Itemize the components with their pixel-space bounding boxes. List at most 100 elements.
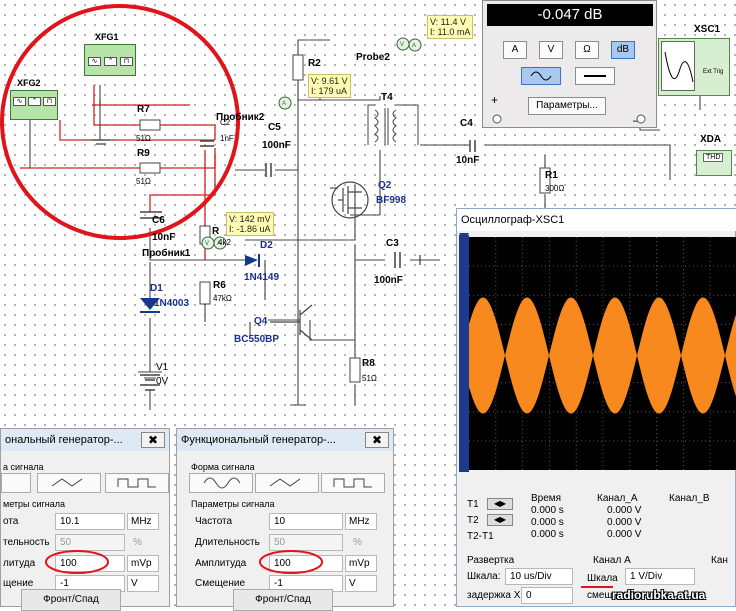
cursor-bar-left[interactable] (459, 235, 469, 472)
channel-a-group-label: Канал A (593, 555, 631, 566)
delay-x-label: задержка X (467, 590, 521, 601)
sweep-group-label: Развертка (467, 555, 515, 566)
fg-right-title: Функциональный генератор-... (177, 429, 393, 451)
r-hidden-label: R (212, 226, 220, 237)
dc-button[interactable] (575, 67, 615, 85)
d2-value: 1N4149 (244, 272, 280, 283)
fg-right-offset-unit[interactable]: V (345, 575, 377, 592)
probe-readout-a: V: 11.4 V I: 11.0 mA (427, 15, 474, 39)
svg-text:V: V (205, 241, 209, 247)
fg-left-sine-button[interactable] (1, 473, 31, 493)
fg-right-freq-field[interactable]: 10 (269, 513, 343, 530)
delay-x-field[interactable]: 0 (521, 587, 573, 604)
channel-a-trace (469, 297, 736, 414)
watermark-text: radiorubka.at.ua (612, 588, 706, 602)
svg-text:V: V (400, 42, 404, 48)
xsc1-symbol[interactable]: Ext Trig (658, 38, 730, 96)
triangle-wave-icon (269, 478, 301, 487)
r6-value: 47kΩ (213, 294, 232, 303)
fg-left-close-icon[interactable]: ✖ (141, 432, 165, 448)
fg-left-triangle-button[interactable] (37, 473, 101, 493)
function-generator-left[interactable]: ональный генератор-... ✖ а сигнала метры… (0, 428, 170, 611)
probe2-label: Probe2 (356, 52, 390, 63)
q4-label: Q4 (254, 316, 268, 327)
fg-right-offset-label: Смещение (195, 578, 246, 589)
fg-right-amp-unit[interactable]: mVp (345, 555, 377, 572)
t2-arrows[interactable]: ◀▶ (487, 514, 513, 526)
t2-t1-label: T2-T1 (467, 531, 494, 542)
square-icon: ⊓ (120, 57, 133, 66)
sweep-scale-label: Шкала: (467, 571, 501, 582)
t4-label: T4 (381, 92, 393, 103)
triangle-icon: ⌃ (104, 57, 117, 66)
d2-label: D2 (260, 240, 273, 251)
oscilloscope-trace (469, 237, 736, 470)
fg-right-waveform-label: Форма сигнала (191, 462, 255, 472)
fg-right-amp-label: Амплитуда (195, 558, 247, 569)
fg-right-triangle-button[interactable] (255, 473, 319, 493)
header-time: Время (531, 493, 562, 504)
triangle-wave-icon (51, 478, 83, 487)
fg-right-freq-unit[interactable]: MHz (345, 513, 377, 530)
t2-time: 0.000 s (531, 517, 564, 528)
sweep-scale-field[interactable]: 10 us/Div (505, 568, 573, 585)
fg-left-offset-unit[interactable]: V (127, 575, 159, 592)
fg-left-square-button[interactable] (105, 473, 169, 493)
t2-t1-channel-a: 0.000 V (607, 529, 642, 540)
fg-left-duty-unit: % (133, 537, 142, 548)
scope-mini-screen (661, 41, 695, 91)
c3-value: 100nF (374, 275, 403, 286)
ac-button[interactable] (521, 67, 561, 85)
c6-value: 10nF (152, 232, 176, 243)
xda-symbol[interactable]: THD (696, 150, 732, 176)
fg-left-amp-unit[interactable]: mVp (127, 555, 159, 572)
fg-right-close-icon[interactable]: ✖ (365, 432, 389, 448)
thd-label: THD (703, 153, 724, 162)
xfg2-symbol[interactable]: XFG2 ∿ ⌃ ⊓ (10, 78, 58, 120)
t2-channel-a: 0.000 V (607, 517, 642, 528)
multimeter-window[interactable]: -0.047 dB A V Ω dB + Параметры... – (482, 0, 657, 128)
xda-label: XDA (700, 134, 722, 145)
square-wave-icon (333, 478, 372, 488)
t1-arrows[interactable]: ◀▶ (487, 498, 513, 510)
svg-text:A: A (282, 101, 286, 107)
fg-left-front-button[interactable]: Фронт/Спад (21, 589, 121, 611)
r8-label: R8 (362, 358, 375, 369)
ext-trig-label: Ext Trig (703, 69, 724, 75)
triangle-icon: ⌃ (28, 97, 41, 106)
v1-label: V1 (156, 362, 169, 373)
c5-value: 100nF (262, 140, 291, 151)
mode-v-button[interactable]: V (539, 41, 563, 59)
mode-a-button[interactable]: A (503, 41, 527, 59)
t2-t1-time: 0.000 s (531, 529, 564, 540)
q2-value: BF998 (376, 195, 407, 206)
fg-left-waveform-label: а сигнала (3, 462, 44, 472)
c6-label: C6 (152, 215, 165, 226)
fg-right-duty-unit: % (353, 537, 362, 548)
r6-label: R6 (213, 280, 226, 291)
c3-label: C3 (386, 238, 399, 249)
channel-scale-field[interactable]: 1 V/Div (625, 568, 695, 585)
terminals (492, 114, 646, 124)
xsc1-label: XSC1 (694, 24, 721, 35)
c2-value: 1nF (220, 134, 234, 143)
fg-right-sine-button[interactable] (189, 473, 253, 493)
amp-annotation-circle (259, 550, 323, 574)
oscilloscope-screen[interactable] (469, 237, 736, 470)
fg-left-freq-unit[interactable]: MHz (127, 513, 159, 530)
xfg1-symbol[interactable]: XFG1 ∿ ⌃ ⊓ (84, 32, 136, 76)
svg-text:A: A (412, 43, 416, 49)
sine-icon: ∿ (13, 97, 26, 106)
mode-ohm-button[interactable]: Ω (575, 41, 599, 59)
probe2-ru-label: Пробник2 (216, 112, 265, 123)
channel-b-group-label: Кан (711, 555, 728, 566)
r2-label: R2 (308, 58, 321, 69)
dc-line-icon (584, 75, 606, 77)
mode-db-button[interactable]: dB (611, 41, 635, 59)
fg-right-front-button[interactable]: Фронт/Спад (233, 589, 333, 611)
function-generator-right[interactable]: Функциональный генератор-... ✖ Форма сиг… (176, 428, 394, 611)
fg-left-freq-field[interactable]: 10.1 (55, 513, 125, 530)
fg-right-square-button[interactable] (321, 473, 385, 493)
oscilloscope-window[interactable]: Осциллограф-XSC1 Время Канал_A Канал_B T… (456, 208, 736, 607)
xfg2-label: XFG2 (17, 78, 41, 88)
